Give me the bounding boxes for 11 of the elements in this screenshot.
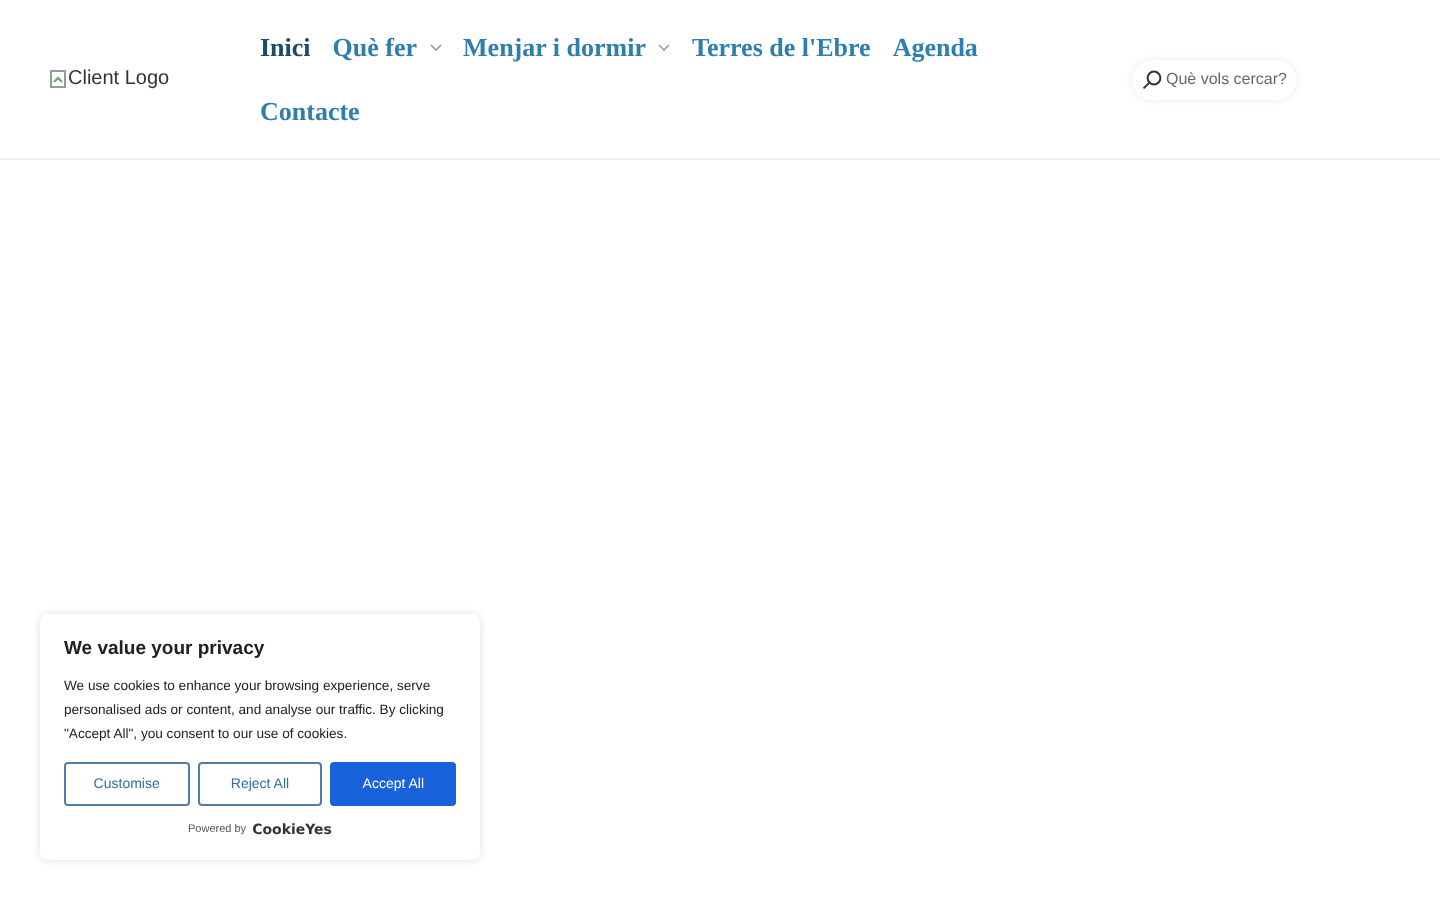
logo-alt-text: Client Logo: [68, 68, 170, 90]
banner-title: We value your privacy: [64, 638, 267, 660]
nav-link[interactable]: Contacte: [260, 94, 360, 128]
nav-link[interactable]: Inici: [260, 30, 311, 64]
nav-link[interactable]: Què fer: [332, 30, 442, 64]
nav-link[interactable]: Agenda: [892, 30, 978, 64]
nav-link[interactable]: Terres de l'Ebre: [692, 30, 871, 64]
broken-image-icon: [50, 70, 66, 88]
nav-link[interactable]: Menjar i dormir: [463, 30, 670, 64]
search-icon: [1142, 69, 1162, 89]
search-field[interactable]: Què vols cercar?: [1132, 59, 1296, 99]
